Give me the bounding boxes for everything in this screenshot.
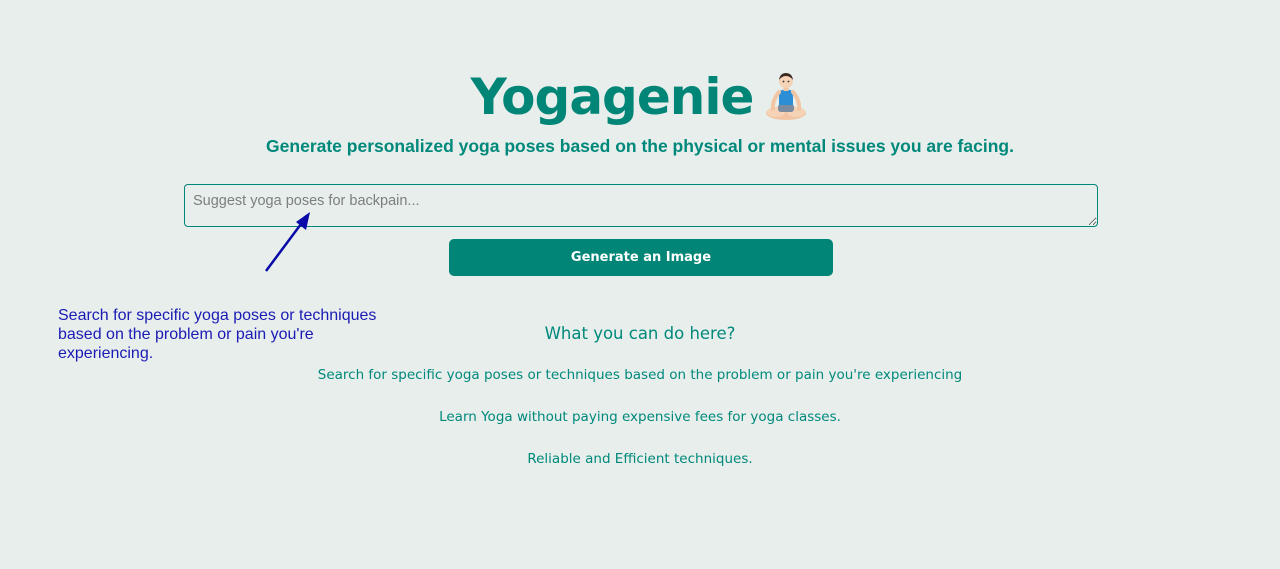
title-row: Yogagenie <box>0 66 1280 128</box>
generate-image-button[interactable]: Generate an Image <box>449 239 833 276</box>
prompt-input[interactable] <box>184 184 1098 227</box>
arrow-up-right-icon <box>264 212 310 272</box>
feature-item-search: Search for specific yoga poses or techni… <box>317 367 963 383</box>
feature-item-learn: Learn Yoga without paying expensive fees… <box>439 409 841 425</box>
feature-item-reliable: Reliable and Efficient techniques. <box>527 451 753 467</box>
person-in-lotus-position-icon <box>766 73 807 120</box>
features-heading: What you can do here? <box>544 324 736 343</box>
app-title: Yogagenie <box>470 68 755 126</box>
page-subtitle: Generate personalized yoga poses based o… <box>266 136 1014 156</box>
